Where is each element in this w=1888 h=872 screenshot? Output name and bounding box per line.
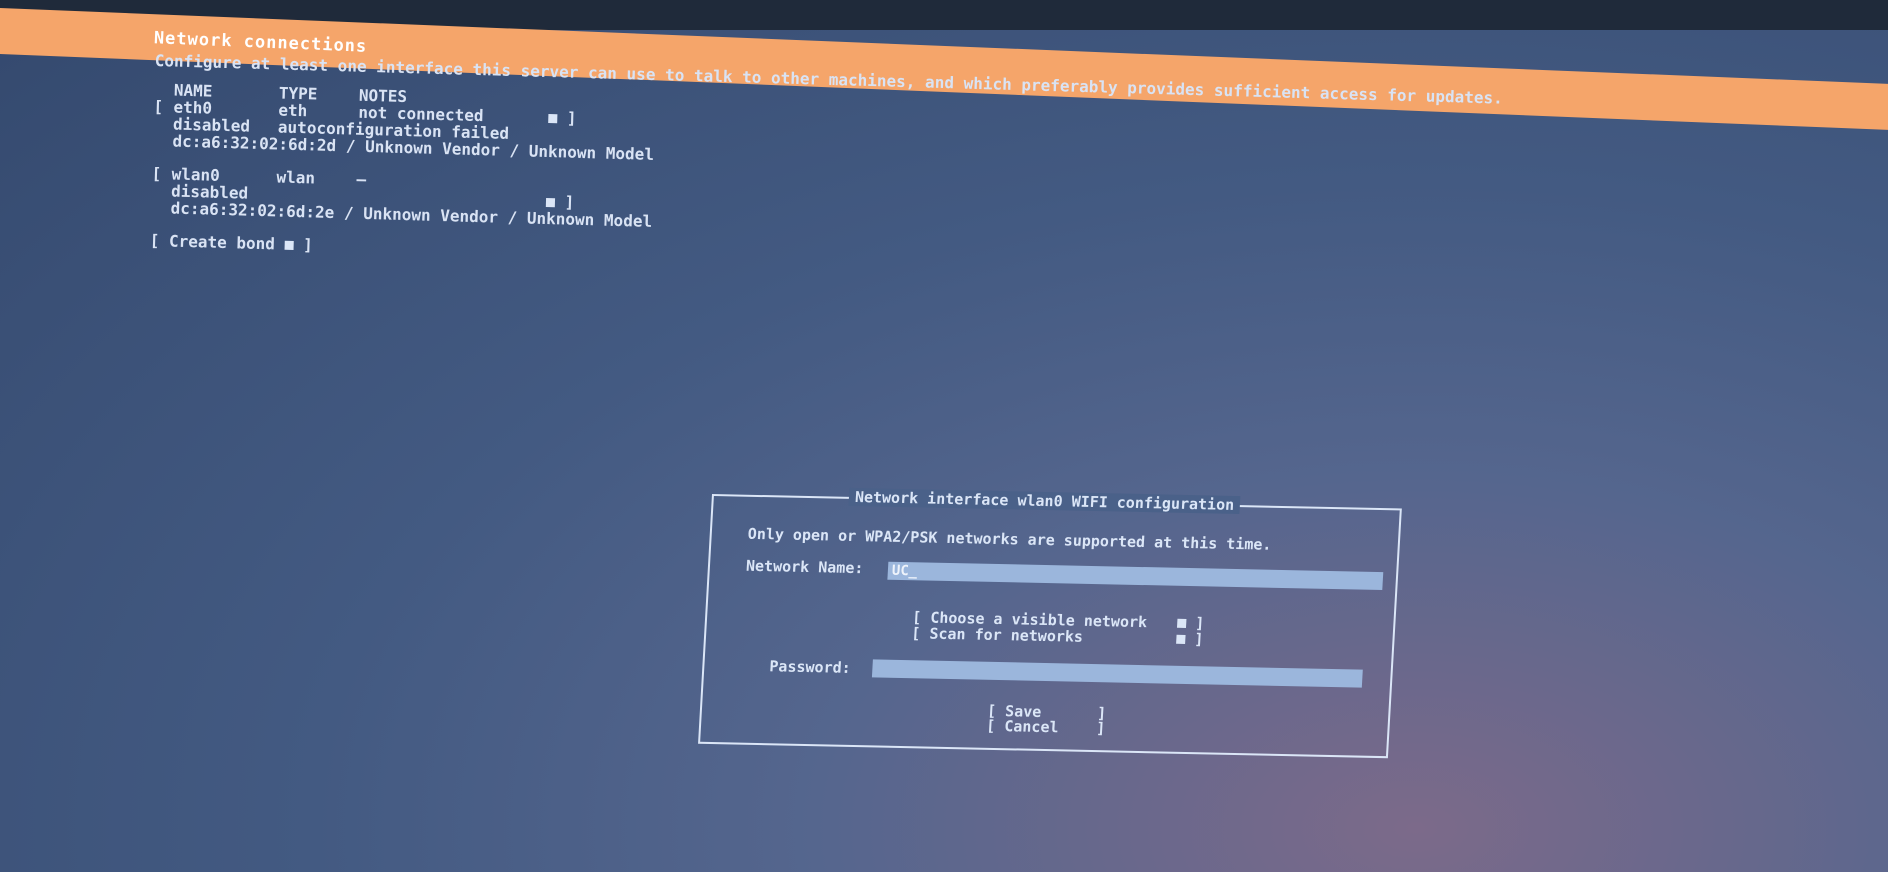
network-name-input[interactable]: UC_ <box>887 561 1384 591</box>
password-input[interactable] <box>871 659 1363 688</box>
scan-label: Scan for networks <box>928 624 1084 646</box>
menu-marker-icon <box>1176 618 1187 628</box>
bracket-open: [ <box>153 96 164 117</box>
bracket-open: [ <box>151 163 162 184</box>
cancel-button[interactable]: [ Cancel <box>986 717 1059 736</box>
network-name-label: Network Name: <box>745 556 864 578</box>
interface-notes: – <box>356 169 367 189</box>
dialog-title: Network interface wlan0 WIFI configurati… <box>848 487 1241 515</box>
interface-type: wlan <box>276 167 316 188</box>
password-label: Password: <box>768 657 852 677</box>
wifi-config-dialog: Network interface wlan0 WIFI configurati… <box>698 487 1402 759</box>
scan-networks-button[interactable]: [ Scan for networks <box>911 624 1084 646</box>
cancel-label: Cancel <box>1003 717 1060 737</box>
menu-marker-icon <box>1176 634 1186 644</box>
menu-marker-icon <box>545 197 556 208</box>
menu-marker-icon <box>548 114 558 124</box>
scan-marker: ] <box>1176 630 1204 648</box>
terminal-screen: Network connections Configure at least o… <box>0 0 1888 872</box>
menu-marker-icon <box>284 240 294 250</box>
wifi-dialog-wrapper: Network interface wlan0 WIFI configurati… <box>698 487 1402 759</box>
interface-menu-wlan0[interactable]: ] <box>545 192 574 212</box>
dialog-note: Only open or WPA2/PSK networks are suppo… <box>747 524 1272 554</box>
cancel-button-end: ] <box>1095 719 1106 738</box>
interface-menu-eth0[interactable]: ] <box>548 109 577 128</box>
